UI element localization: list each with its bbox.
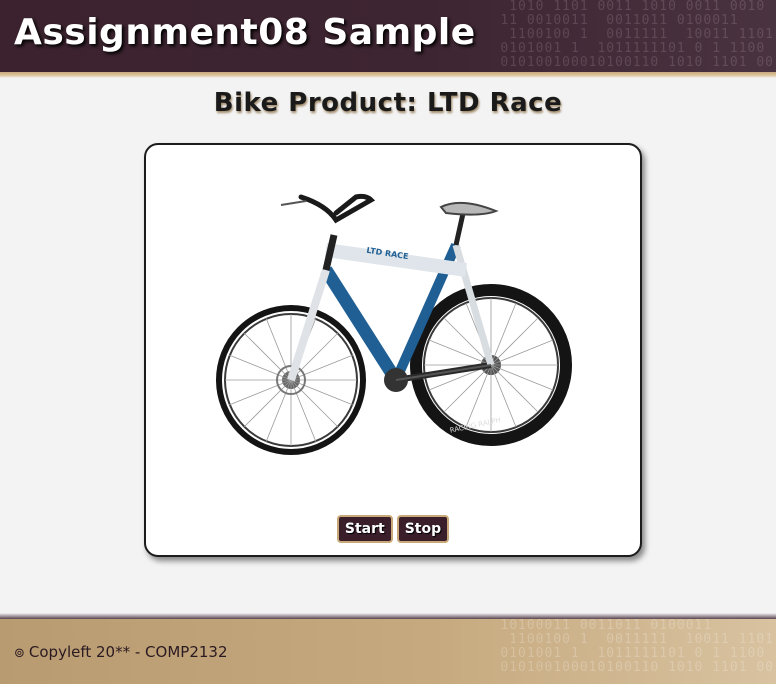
- site-footer: 10100011 0011011 0100011 1100100 1 00111…: [0, 619, 776, 684]
- slideshow-controls: Start Stop: [146, 515, 640, 543]
- copyright-label: Copyleft 20** - COMP2132: [28, 643, 228, 661]
- copyright-text: ⊚ Copyleft 20** - COMP2132: [14, 643, 228, 661]
- stop-button[interactable]: Stop: [396, 515, 450, 543]
- site-title: Assignment08 Sample: [14, 12, 476, 53]
- page-title: Bike Product: LTD Race: [213, 88, 563, 118]
- site-header: 1010 1101 0011 1010 0011 0010 11 0010011…: [0, 0, 776, 72]
- binary-pattern-decoration: 10100011 0011011 0100011 1100100 1 00111…: [500, 619, 774, 675]
- start-button[interactable]: Start: [336, 515, 393, 543]
- bike-image: RACING RALPH LTD RACE: [216, 193, 572, 455]
- binary-pattern-decoration: 1010 1101 0011 1010 0011 0010 11 0010011…: [500, 0, 774, 70]
- product-card: RACING RALPH LTD RACE Start Stop: [144, 143, 642, 557]
- copyright-icon: ⊚: [14, 646, 25, 661]
- header-divider: [0, 72, 776, 78]
